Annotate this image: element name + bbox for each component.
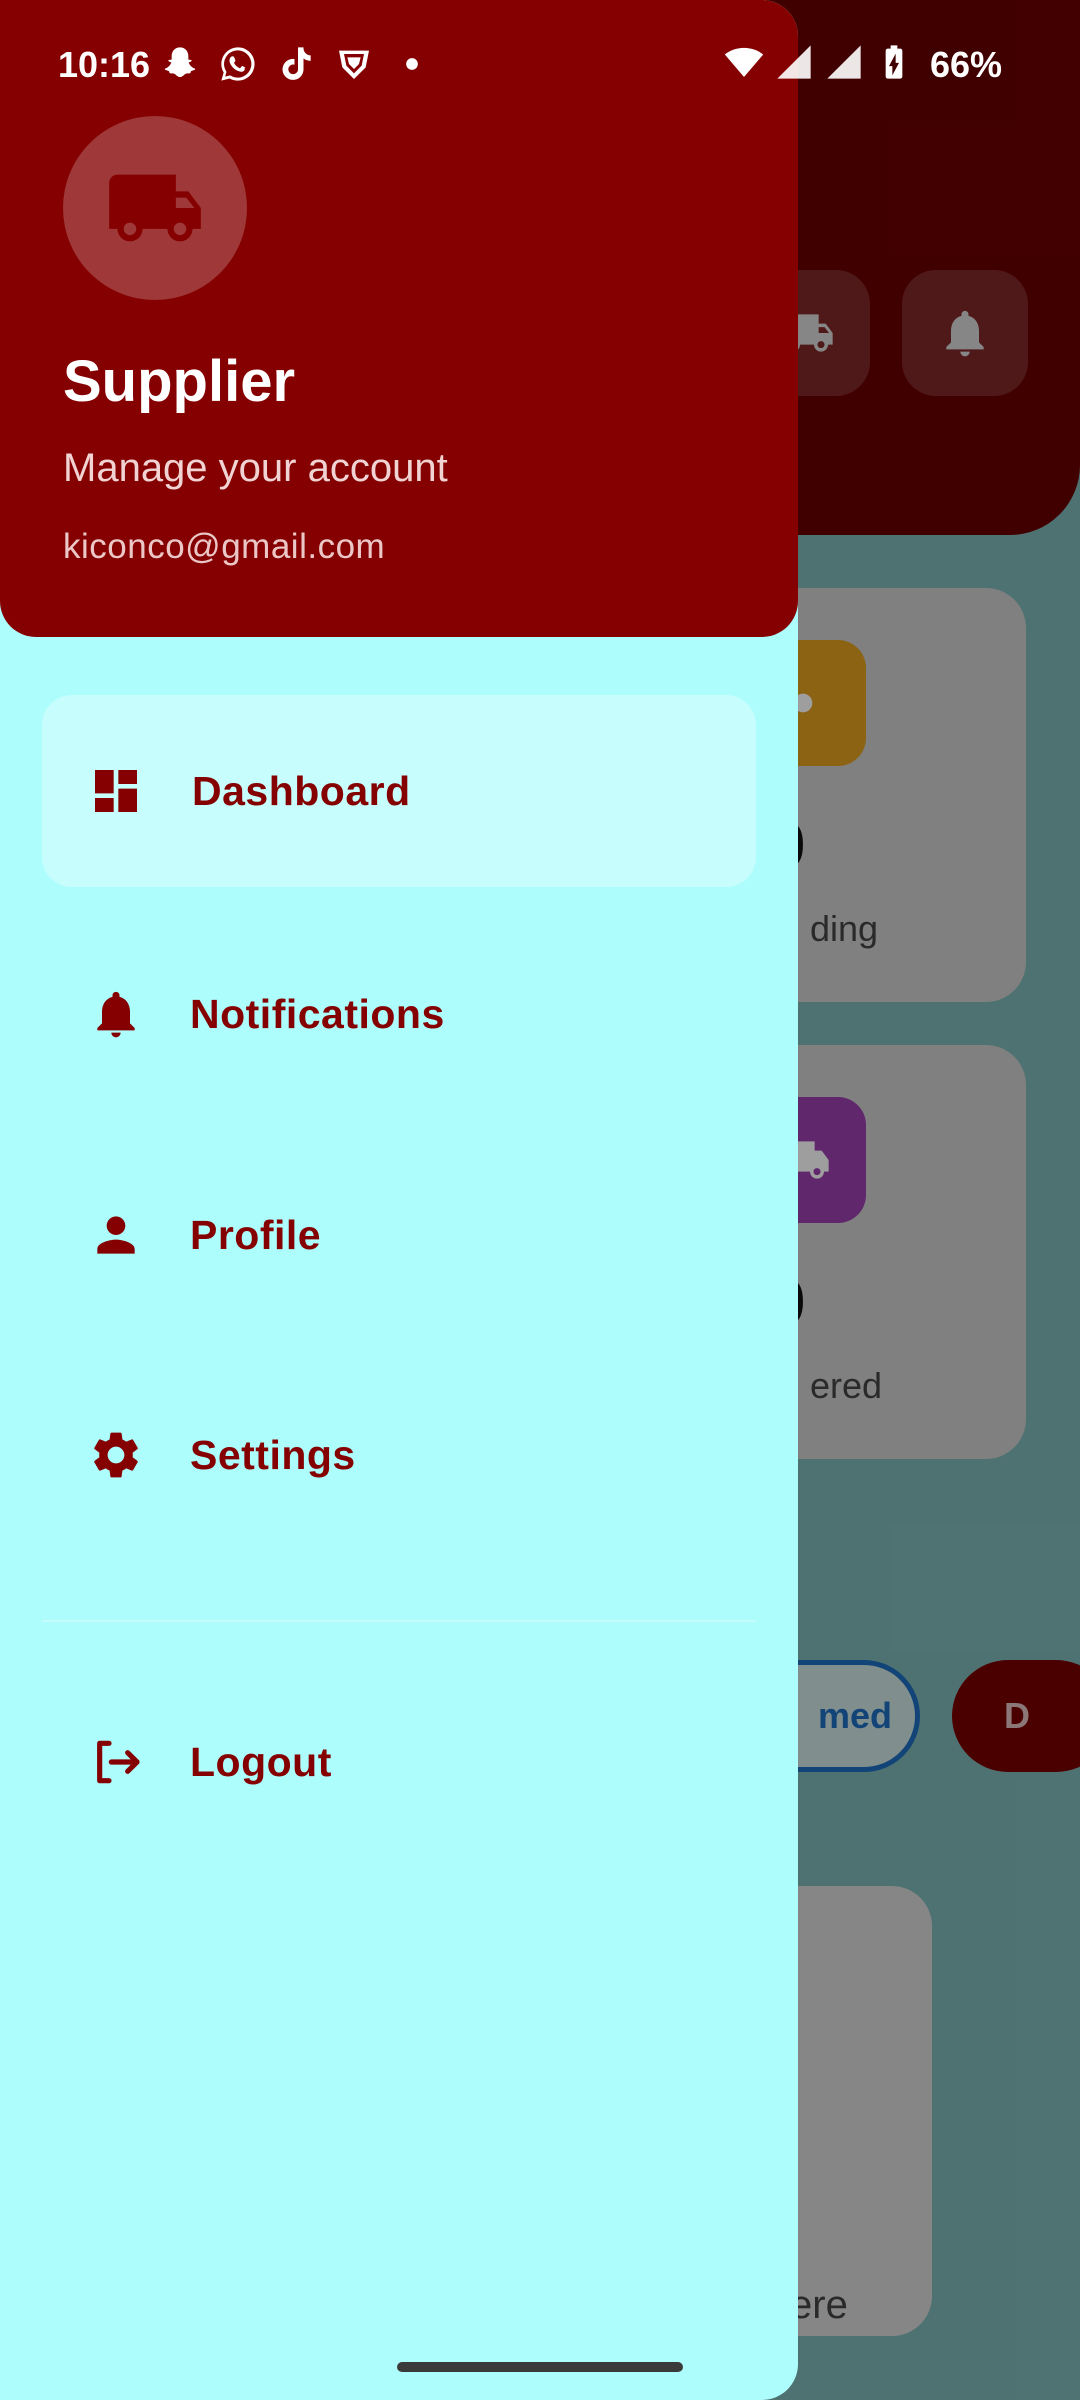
- vpn-icon: [334, 44, 374, 89]
- logout-icon: [86, 1732, 146, 1792]
- user-email: kiconco@gmail.com: [63, 527, 386, 566]
- dot-icon: [392, 44, 432, 89]
- logout-button[interactable]: Logout: [42, 1666, 756, 1858]
- signal-icon: [774, 42, 814, 87]
- nav-item-profile[interactable]: Profile: [42, 1139, 756, 1331]
- person-icon: [86, 1205, 146, 1265]
- wifi-icon: [724, 42, 764, 87]
- drawer-divider: [42, 1620, 756, 1622]
- battery-icon: [874, 42, 914, 87]
- nav-item-label: Notifications: [190, 990, 445, 1037]
- status-bar: 10:16 66%: [0, 0, 1080, 130]
- battery-percent: 66%: [929, 43, 1002, 85]
- nav-item-notifications[interactable]: Notifications: [42, 918, 756, 1110]
- nav-item-label: Settings: [190, 1431, 356, 1478]
- avatar: [63, 116, 247, 300]
- home-indicator[interactable]: [397, 2362, 683, 2372]
- nav-item-label: Profile: [190, 1211, 322, 1258]
- dashboard-icon: [86, 761, 146, 821]
- truck-icon: [105, 158, 205, 258]
- navigation-drawer: Supplier Manage your account kiconco@gma…: [0, 0, 798, 2400]
- gear-icon: [86, 1425, 146, 1485]
- signal-icon: [824, 42, 864, 87]
- snapchat-icon: [160, 44, 200, 89]
- status-time: 10:16: [58, 44, 151, 85]
- nav-item-label: Dashboard: [192, 767, 411, 814]
- whatsapp-icon: [218, 44, 258, 89]
- drawer-title: Supplier: [63, 349, 296, 414]
- logout-label: Logout: [190, 1738, 332, 1785]
- nav-item-settings[interactable]: Settings: [42, 1359, 756, 1551]
- bell-icon: [86, 984, 146, 1044]
- drawer-subtitle: Manage your account: [63, 446, 448, 490]
- nav-item-dashboard[interactable]: Dashboard: [42, 695, 756, 887]
- tiktok-icon: [276, 44, 316, 89]
